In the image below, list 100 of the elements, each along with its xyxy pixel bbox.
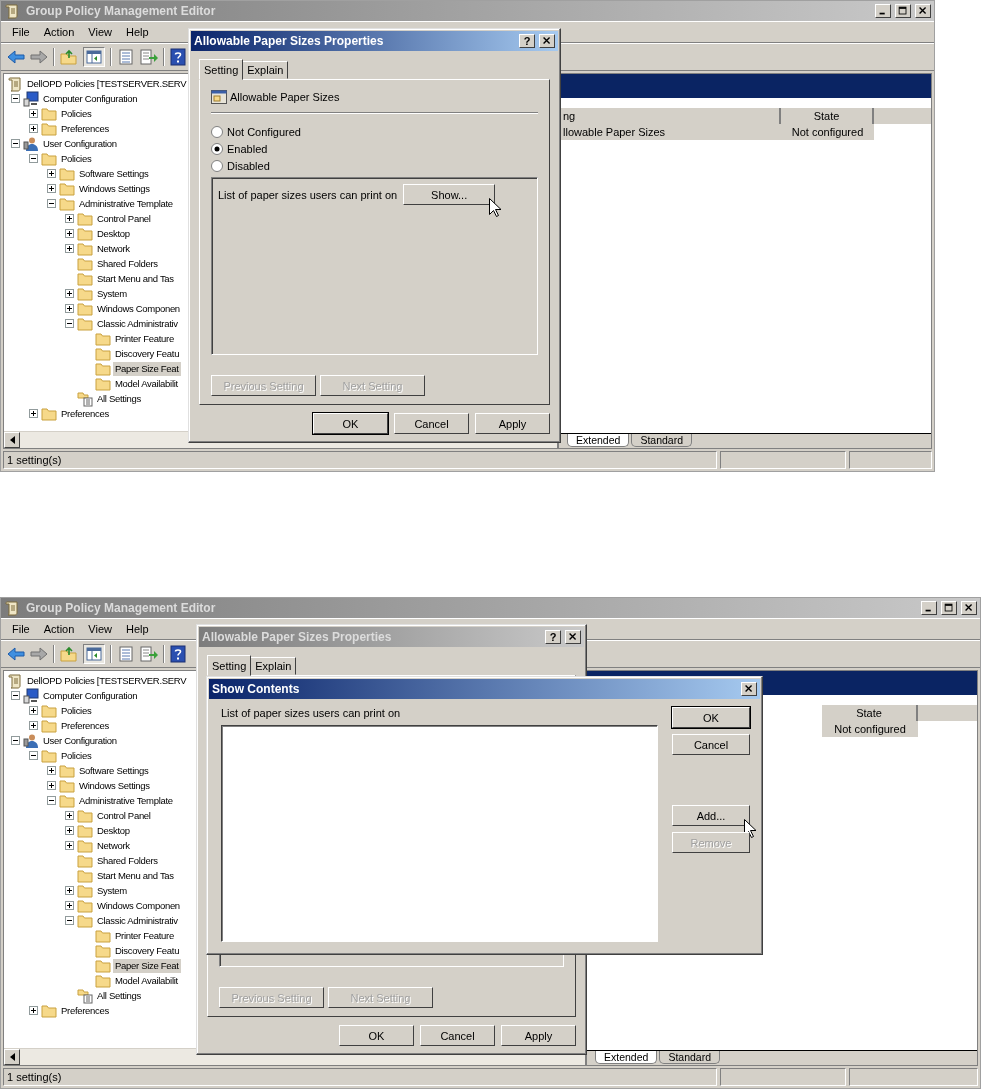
- dialog-button[interactable]: Cancel: [420, 1025, 495, 1046]
- view-tab[interactable]: Standard: [659, 1051, 720, 1064]
- dialog-button[interactable]: Cancel: [672, 734, 750, 755]
- tree-item[interactable]: Paper Size Feat: [113, 361, 181, 376]
- tree-item[interactable]: Computer Configuration: [41, 688, 140, 703]
- column-header[interactable]: State: [781, 108, 874, 124]
- tab[interactable]: Setting: [199, 59, 244, 80]
- tree-item[interactable]: Shared Folders: [95, 853, 160, 868]
- tree-item[interactable]: Software Settings: [77, 166, 151, 181]
- tree-pane-icon[interactable]: [83, 47, 105, 67]
- tree-toggle[interactable]: [64, 289, 74, 298]
- tree-item[interactable]: Preferences: [59, 121, 111, 136]
- column-header[interactable]: ng: [559, 108, 781, 124]
- tree-toggle[interactable]: [64, 214, 74, 223]
- tree-toggle[interactable]: [64, 304, 74, 313]
- tree-toggle[interactable]: [64, 916, 74, 925]
- help-button[interactable]: ?: [519, 34, 535, 48]
- tree-item[interactable]: Desktop: [95, 823, 132, 838]
- tree-item[interactable]: Model Availabilit: [113, 376, 180, 391]
- dialog-button[interactable]: OK: [672, 707, 750, 728]
- tree-pane-icon[interactable]: [83, 644, 105, 664]
- tree-item[interactable]: All Settings: [95, 988, 143, 1003]
- tree-item[interactable]: Administrative Template: [77, 196, 175, 211]
- dialog-button[interactable]: Cancel: [394, 413, 469, 434]
- properties-icon[interactable]: [117, 49, 135, 65]
- show-button[interactable]: Show...: [403, 184, 496, 205]
- tree-item[interactable]: All Settings: [95, 391, 143, 406]
- tab[interactable]: Explain: [242, 61, 289, 79]
- tree-toggle[interactable]: [64, 841, 74, 850]
- dialog-button[interactable]: OK: [339, 1025, 414, 1046]
- tree-item[interactable]: Discovery Featu: [113, 943, 182, 958]
- tree-item[interactable]: Start Menu and Tas: [95, 271, 176, 286]
- help-icon[interactable]: [170, 48, 186, 66]
- tree-item[interactable]: System: [95, 883, 129, 898]
- tree-item[interactable]: System: [95, 286, 129, 301]
- view-tab[interactable]: Extended: [567, 434, 630, 447]
- menu-item[interactable]: Help: [118, 24, 156, 40]
- tree-item[interactable]: Preferences: [59, 718, 111, 733]
- tree-toggle[interactable]: [10, 736, 20, 745]
- tree-item[interactable]: Shared Folders: [95, 256, 160, 271]
- tree-toggle[interactable]: [28, 109, 38, 118]
- tree-item[interactable]: Policies: [59, 151, 94, 166]
- scroll-left-icon[interactable]: [9, 1053, 15, 1061]
- tree-item[interactable]: Printer Feature: [113, 928, 176, 943]
- tree-item[interactable]: Classic Administrativ: [95, 913, 180, 928]
- forward-arrow-icon[interactable]: [30, 49, 48, 65]
- menu-item[interactable]: File: [5, 24, 37, 40]
- column-header[interactable]: State: [822, 705, 918, 721]
- radio-button[interactable]: [211, 126, 223, 138]
- tree-item[interactable]: Preferences: [59, 406, 111, 421]
- tree-item[interactable]: Software Settings: [77, 763, 151, 778]
- tree-item[interactable]: Computer Configuration: [41, 91, 140, 106]
- tree-item[interactable]: Printer Feature: [113, 331, 176, 346]
- back-arrow-icon[interactable]: [7, 646, 25, 662]
- tree-item[interactable]: DellOPD Policies [TESTSERVER.SERV: [25, 76, 189, 91]
- tree-item[interactable]: Classic Administrativ: [95, 316, 180, 331]
- tree-toggle[interactable]: [28, 706, 38, 715]
- tree-item[interactable]: DellOPD Policies [TESTSERVER.SERV: [25, 673, 189, 688]
- tree-toggle[interactable]: [28, 1006, 38, 1015]
- radio-button[interactable]: [211, 143, 223, 155]
- tree-item[interactable]: Desktop: [95, 226, 132, 241]
- dialog-button[interactable]: Apply: [475, 413, 550, 434]
- help-icon[interactable]: [170, 645, 186, 663]
- menu-item[interactable]: View: [81, 24, 119, 40]
- export-list-icon[interactable]: [140, 49, 158, 65]
- folder-up-icon[interactable]: [60, 49, 78, 65]
- menu-item[interactable]: File: [5, 621, 37, 637]
- tab[interactable]: Explain: [250, 657, 297, 675]
- tree-item[interactable]: Start Menu and Tas: [95, 868, 176, 883]
- tab[interactable]: Setting: [207, 655, 252, 676]
- tree-toggle[interactable]: [28, 721, 38, 730]
- tree-toggle[interactable]: [46, 169, 56, 178]
- dialog-button[interactable]: OK: [313, 413, 388, 434]
- tree-item[interactable]: Windows Componen: [95, 898, 182, 913]
- export-list-icon[interactable]: [140, 646, 158, 662]
- tree-item[interactable]: Windows Settings: [77, 778, 152, 793]
- tree-toggle[interactable]: [64, 811, 74, 820]
- tree-toggle[interactable]: [64, 319, 74, 328]
- dialog-button[interactable]: Apply: [501, 1025, 576, 1046]
- tree-item[interactable]: Preferences: [59, 1003, 111, 1018]
- tree-toggle[interactable]: [46, 781, 56, 790]
- tree-toggle[interactable]: [64, 229, 74, 238]
- tree-item[interactable]: Administrative Template: [77, 793, 175, 808]
- tree-item[interactable]: Windows Componen: [95, 301, 182, 316]
- tree-toggle[interactable]: [28, 751, 38, 760]
- tree-toggle[interactable]: [46, 184, 56, 193]
- tree-toggle[interactable]: [28, 154, 38, 163]
- folder-up-icon[interactable]: [60, 646, 78, 662]
- radio-button[interactable]: [211, 160, 223, 172]
- tree-item[interactable]: Control Panel: [95, 211, 153, 226]
- tree-item[interactable]: Discovery Featu: [113, 346, 182, 361]
- tree-item[interactable]: Policies: [59, 106, 94, 121]
- tree-toggle[interactable]: [64, 244, 74, 253]
- view-tab[interactable]: Extended: [595, 1051, 658, 1064]
- close-button[interactable]: [539, 34, 555, 48]
- tree-toggle[interactable]: [64, 826, 74, 835]
- tree-item[interactable]: User Configuration: [41, 733, 119, 748]
- back-arrow-icon[interactable]: [7, 49, 25, 65]
- tree-toggle[interactable]: [46, 796, 56, 805]
- properties-icon[interactable]: [117, 646, 135, 662]
